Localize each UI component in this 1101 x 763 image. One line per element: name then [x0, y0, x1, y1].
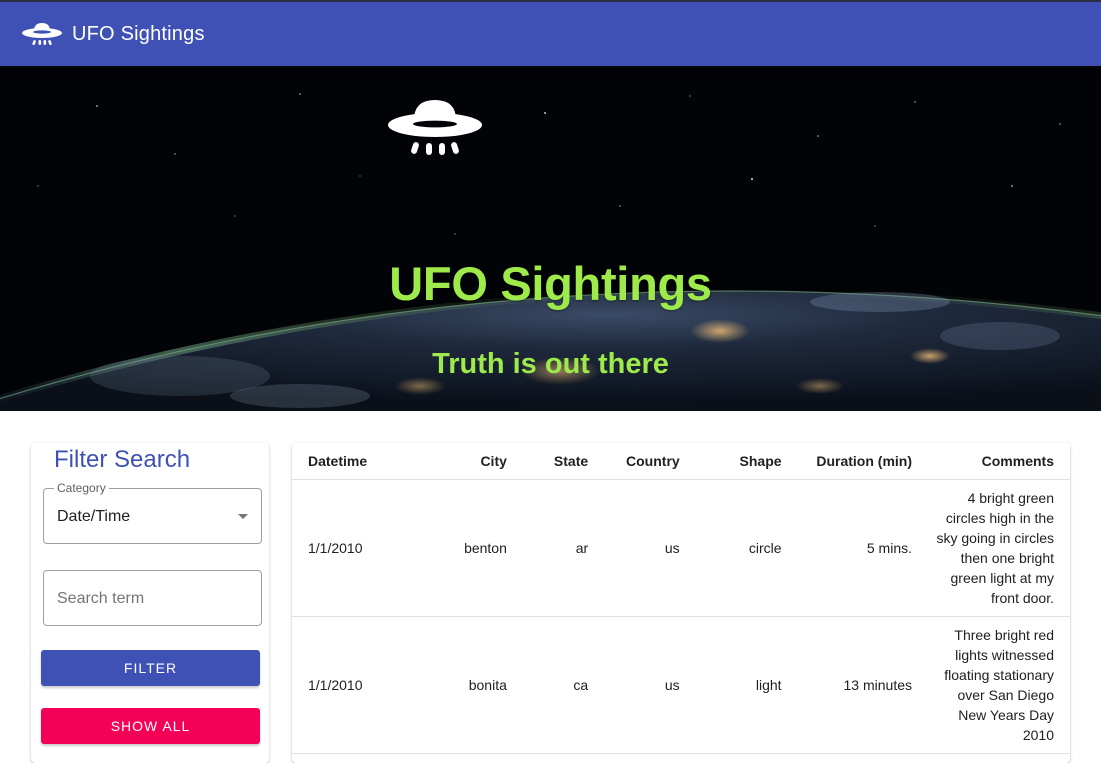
- comment-text: Three bright red lights witnessed floati…: [944, 626, 1054, 743]
- app-title: UFO Sightings: [72, 22, 205, 45]
- filter-button[interactable]: Filter: [41, 650, 260, 686]
- hero-title: UFO Sightings: [389, 257, 712, 310]
- cell-comments: Three bright red lights witnessed floati…: [920, 616, 1070, 754]
- hero-subtitle: Truth is out there: [432, 348, 669, 380]
- cell-city: benton: [411, 479, 515, 617]
- show-all-button[interactable]: Show All: [41, 708, 260, 744]
- cell-state: ca: [514, 616, 597, 754]
- dropdown-arrow-icon: [238, 514, 248, 519]
- cell-shape: circle: [687, 479, 790, 617]
- table-row: 1/1/2010 benton ar us circle 5 mins. 4 b…: [292, 479, 1070, 617]
- cell-country: us: [596, 479, 688, 617]
- cell-country: us: [596, 616, 688, 754]
- category-value: Date/Time: [57, 508, 131, 525]
- column-header-shape[interactable]: Shape: [687, 443, 790, 480]
- column-header-duration[interactable]: Duration (min): [789, 443, 920, 480]
- filter-title: Filter Search: [54, 446, 191, 473]
- comment-text: 4 bright green circles high in the sky g…: [936, 489, 1055, 606]
- app-bar: UFO Sightings: [0, 0, 1101, 66]
- search-field[interactable]: [43, 570, 262, 626]
- table-row: 1/1/2010 bonita ca us light 13 minutes T…: [292, 616, 1070, 754]
- category-label: Category: [54, 481, 109, 495]
- cell-comments: 4 bright green circles high in the sky g…: [920, 479, 1070, 617]
- ufo-icon: [22, 23, 62, 46]
- cell-city: bonita: [411, 616, 515, 754]
- filter-panel: Filter Search Category Date/Time Filter …: [31, 443, 269, 763]
- cell-duration: 13 minutes: [789, 616, 920, 754]
- column-header-state[interactable]: State: [514, 443, 597, 480]
- cell-datetime: 1/1/2010: [292, 479, 412, 617]
- column-header-comments[interactable]: Comments: [920, 443, 1070, 480]
- ufo-icon: [388, 100, 482, 155]
- sightings-table: Datetime City State Country Shape Durati…: [292, 443, 1070, 754]
- column-header-city[interactable]: City: [411, 443, 515, 480]
- hero-banner: UFO Sightings Truth is out there: [0, 66, 1101, 411]
- cell-state: ar: [514, 479, 597, 617]
- cell-shape: light: [687, 616, 790, 754]
- cell-datetime: 1/1/2010: [292, 616, 412, 754]
- sightings-table-card: Datetime City State Country Shape Durati…: [292, 443, 1070, 763]
- cell-duration: 5 mins.: [789, 479, 920, 617]
- column-header-country[interactable]: Country: [596, 443, 688, 480]
- category-select[interactable]: Category Date/Time: [43, 481, 262, 544]
- search-input[interactable]: [57, 587, 247, 611]
- column-header-datetime[interactable]: Datetime: [292, 443, 412, 480]
- table-header-row: Datetime City State Country Shape Durati…: [292, 443, 1070, 480]
